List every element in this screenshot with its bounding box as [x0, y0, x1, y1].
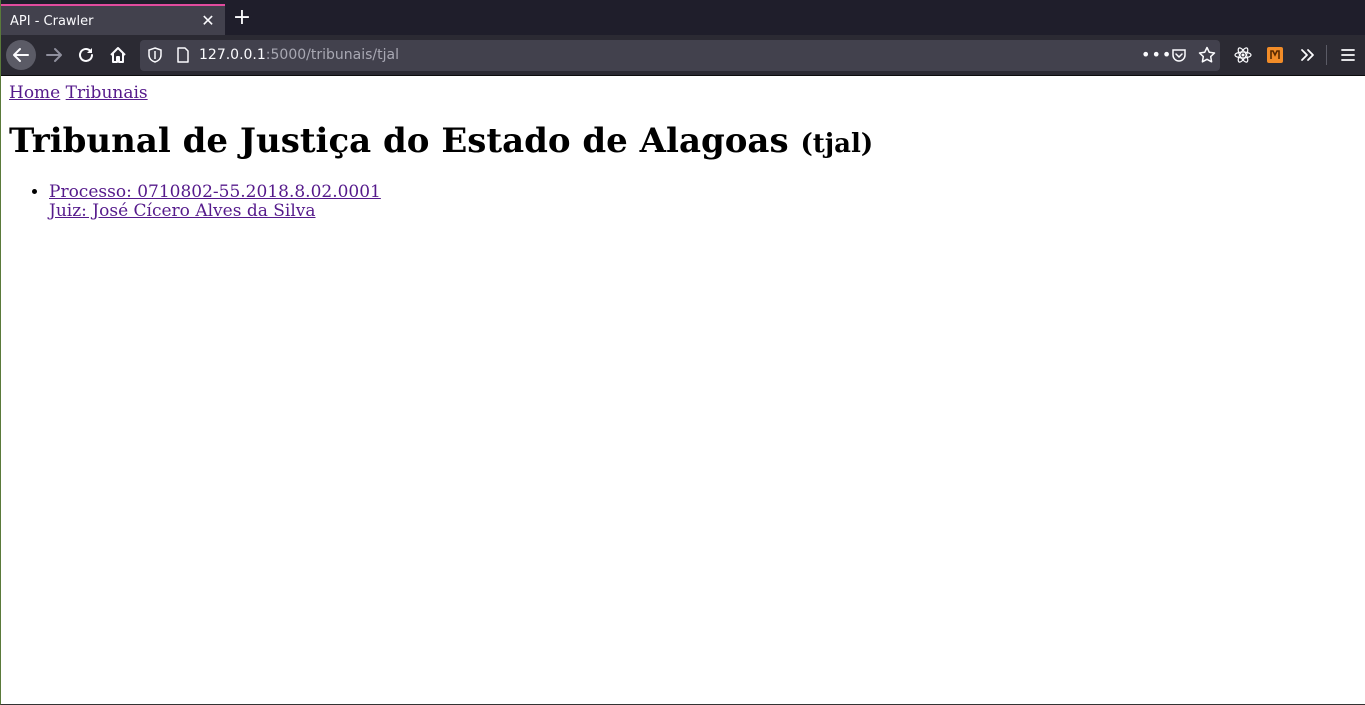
browser-window: API - Crawler ✕ + 127.0.0.1:5000/tribuna… — [0, 0, 1365, 705]
shield-icon[interactable] — [147, 47, 163, 67]
page-actions-icon[interactable]: ••• — [1141, 45, 1172, 64]
tab-title: API - Crawler — [10, 14, 94, 29]
overflow-chevrons-icon[interactable] — [1295, 43, 1319, 67]
breadcrumb: Home Tribunais — [9, 83, 148, 103]
processos-list: Processo: 0710802-55.2018.8.02.0001Juiz:… — [49, 183, 381, 221]
processo-number: Processo: 0710802-55.2018.8.02.0001 — [49, 182, 381, 202]
juiz-name: Juiz: José Cícero Alves da Silva — [49, 201, 316, 221]
close-icon[interactable]: ✕ — [199, 12, 217, 30]
back-icon[interactable] — [6, 40, 36, 70]
tab-strip: API - Crawler ✕ + — [1, 0, 1365, 37]
url-path: :5000/tribunais/tjal — [265, 47, 399, 63]
reload-icon[interactable] — [71, 40, 101, 70]
page-content: Home Tribunais Tribunal de Justiça do Es… — [2, 76, 1365, 704]
bookmark-star-icon[interactable] — [1198, 46, 1216, 68]
url-host: 127.0.0.1 — [199, 47, 266, 63]
processo-link[interactable]: Processo: 0710802-55.2018.8.02.0001 Juiz:… — [49, 182, 381, 221]
navigation-toolbar: 127.0.0.1:5000/tribunais/tjal ••• — [1, 35, 1365, 76]
extension-icon[interactable] — [1263, 43, 1287, 67]
page-title: Tribunal de Justiça do Estado de Alagoas… — [9, 121, 873, 161]
address-bar[interactable]: 127.0.0.1:5000/tribunais/tjal ••• — [140, 40, 1220, 71]
hamburger-menu-icon[interactable] — [1336, 43, 1360, 67]
home-icon[interactable] — [103, 40, 133, 70]
tab-api-crawler[interactable]: API - Crawler ✕ — [1, 4, 225, 37]
react-devtools-icon[interactable] — [1231, 43, 1255, 67]
pocket-icon[interactable] — [1171, 47, 1187, 67]
home-link[interactable]: Home — [9, 83, 60, 103]
tribunais-link[interactable]: Tribunais — [66, 83, 148, 103]
forward-icon[interactable] — [39, 40, 69, 70]
tribunal-sigla: (tjal) — [800, 129, 874, 159]
tribunal-name: Tribunal de Justiça do Estado de Alagoas — [9, 121, 789, 161]
page-icon[interactable] — [175, 47, 191, 67]
new-tab-icon[interactable]: + — [231, 7, 253, 30]
list-item: Processo: 0710802-55.2018.8.02.0001Juiz:… — [49, 183, 381, 221]
url-text[interactable]: 127.0.0.1:5000/tribunais/tjal — [199, 47, 399, 63]
toolbar-divider — [1326, 45, 1327, 65]
